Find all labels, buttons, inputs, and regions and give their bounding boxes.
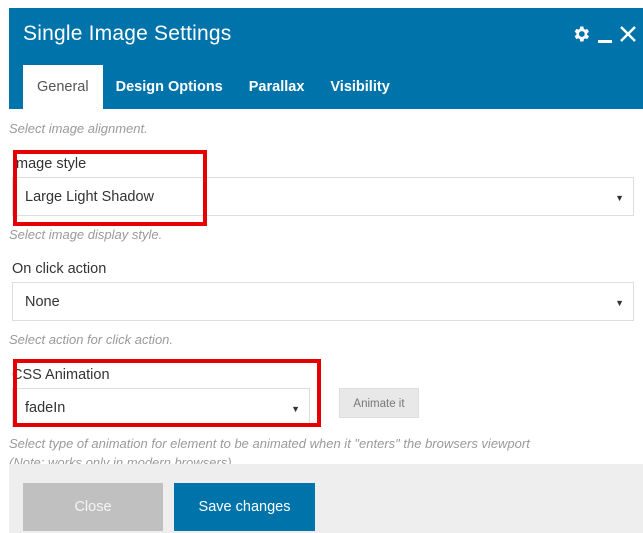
alignment-hint: Select image alignment. (9, 121, 148, 136)
settings-panel[interactable]: Select image alignment. Image style Larg… (9, 109, 643, 464)
css-animation-note: (Note: works only in modern browsers). (9, 455, 236, 464)
animate-it-button[interactable]: Animate it (339, 388, 419, 418)
chevron-down-icon: ▼ (615, 193, 624, 203)
tab-bar: General Design Options Parallax Visibili… (23, 65, 403, 109)
save-changes-button[interactable]: Save changes (174, 483, 315, 531)
modal-header: Single Image Settings General Design Opt… (9, 8, 643, 109)
close-button[interactable]: Close (23, 483, 163, 531)
close-icon[interactable] (619, 21, 637, 47)
on-click-select[interactable]: None ▼ (12, 282, 634, 321)
header-controls (571, 21, 637, 47)
on-click-value: None (25, 294, 60, 310)
modal-footer: Close Save changes (9, 464, 643, 533)
tab-general[interactable]: General (23, 65, 103, 109)
css-animation-value: fadeIn (25, 400, 66, 416)
image-style-label: Image style (12, 156, 87, 172)
minimize-icon[interactable] (597, 21, 613, 47)
css-animation-select[interactable]: fadeIn ▼ (12, 388, 310, 427)
modal-title: Single Image Settings (23, 22, 232, 45)
css-animation-hint: Select type of animation for element to … (9, 436, 530, 451)
chevron-down-icon: ▼ (615, 298, 624, 308)
css-animation-label: CSS Animation (12, 367, 110, 383)
tab-design-options[interactable]: Design Options (103, 79, 236, 109)
image-style-hint: Select image display style. (9, 227, 163, 242)
tab-parallax[interactable]: Parallax (236, 79, 318, 109)
image-style-select[interactable]: Large Light Shadow ▼ (12, 177, 634, 216)
on-click-label: On click action (12, 261, 107, 277)
on-click-hint: Select action for click action. (9, 332, 174, 347)
tab-visibility[interactable]: Visibility (317, 79, 402, 109)
gear-icon[interactable] (571, 21, 591, 47)
image-style-value: Large Light Shadow (25, 189, 154, 205)
chevron-down-icon: ▼ (291, 404, 300, 414)
